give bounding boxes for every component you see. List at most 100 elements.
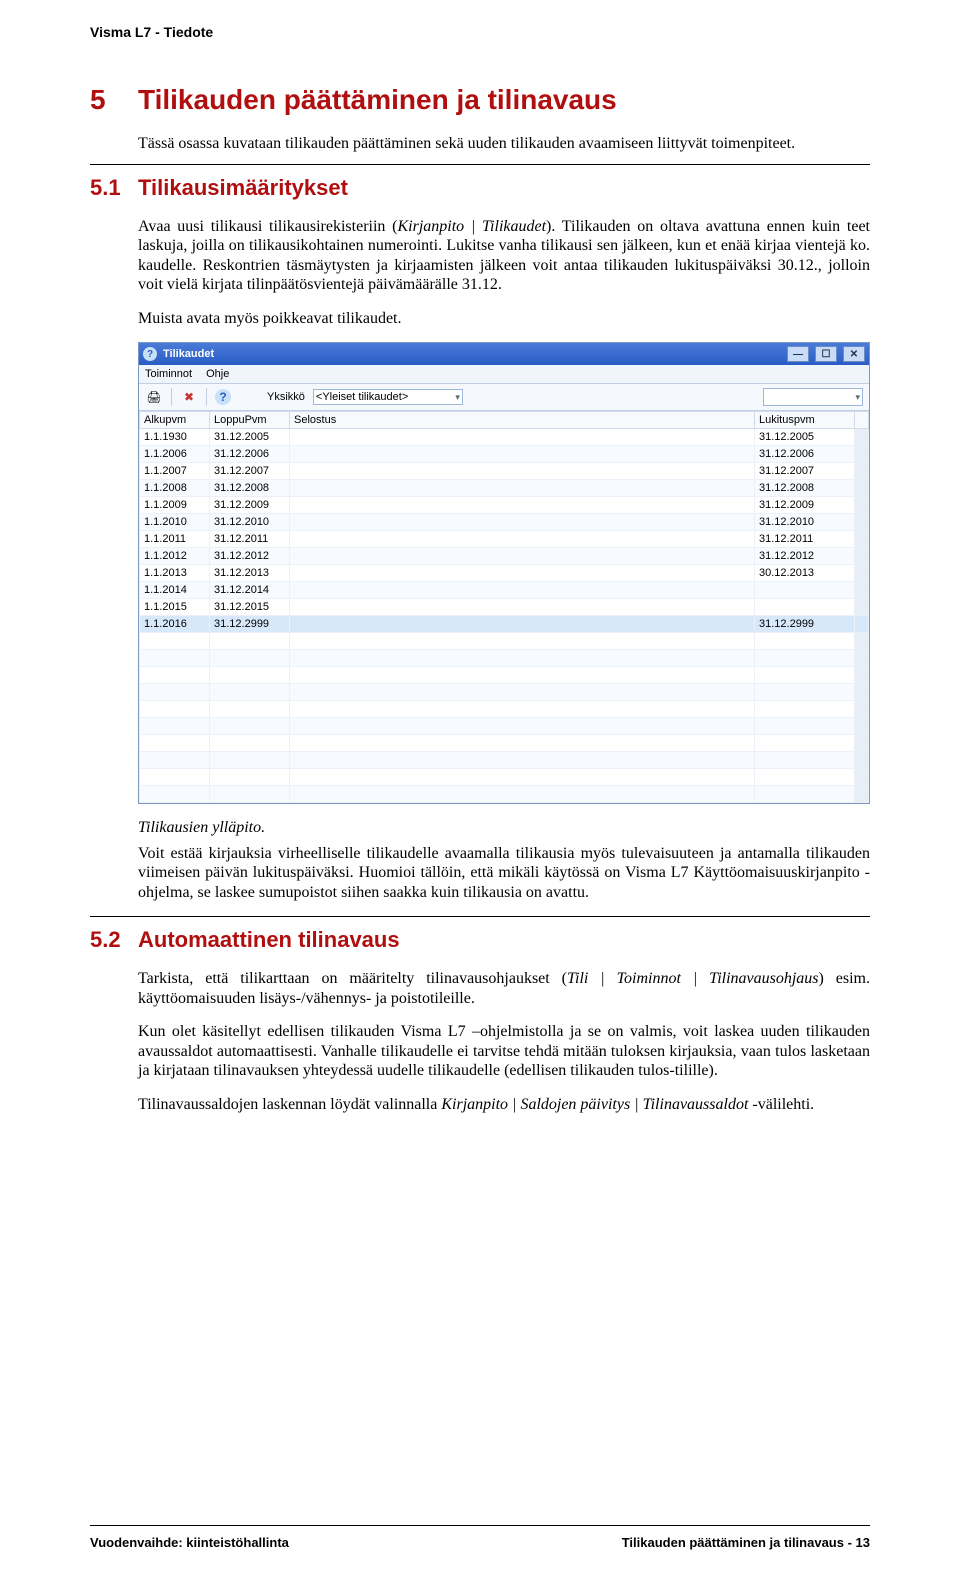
table-cell[interactable]: 31.12.2015 <box>210 599 290 616</box>
maximize-icon[interactable]: ☐ <box>815 346 837 362</box>
table-cell[interactable]: 31.12.2011 <box>210 531 290 548</box>
scrollbar-track[interactable] <box>855 599 869 616</box>
table-cell[interactable]: 1.1.2008 <box>140 480 210 497</box>
table-cell[interactable] <box>290 650 755 667</box>
scrollbar-track[interactable] <box>855 514 869 531</box>
table-cell[interactable]: 31.12.2012 <box>210 548 290 565</box>
table-cell[interactable]: 1.1.2014 <box>140 582 210 599</box>
table-cell[interactable] <box>290 463 755 480</box>
table-cell[interactable] <box>755 599 855 616</box>
table-cell[interactable] <box>290 718 755 735</box>
table-cell[interactable]: 31.12.2008 <box>755 480 855 497</box>
scrollbar-track[interactable] <box>855 752 869 769</box>
help-icon[interactable]: ? <box>215 389 231 405</box>
table-cell[interactable] <box>140 667 210 684</box>
table-cell[interactable] <box>210 769 290 786</box>
table-cell[interactable] <box>290 769 755 786</box>
table-cell[interactable] <box>290 480 755 497</box>
table-cell[interactable] <box>210 701 290 718</box>
table-cell[interactable] <box>140 684 210 701</box>
scrollbar-track[interactable] <box>855 565 869 582</box>
table-cell[interactable]: 1.1.2011 <box>140 531 210 548</box>
menu-toiminnot[interactable]: Toiminnot <box>145 368 192 380</box>
table-cell[interactable]: 31.12.2005 <box>755 429 855 446</box>
table-cell[interactable] <box>210 718 290 735</box>
table-row[interactable] <box>140 718 869 735</box>
minimize-icon[interactable]: — <box>787 346 809 362</box>
scrollbar-track[interactable] <box>855 786 869 803</box>
table-cell[interactable]: 31.12.2999 <box>755 616 855 633</box>
table-cell[interactable] <box>755 718 855 735</box>
scrollbar-track[interactable] <box>855 497 869 514</box>
table-cell[interactable] <box>290 684 755 701</box>
table-row[interactable] <box>140 684 869 701</box>
table-cell[interactable] <box>290 633 755 650</box>
table-cell[interactable] <box>290 429 755 446</box>
col-alkupvm[interactable]: Alkupvm <box>140 412 210 429</box>
col-loppupvm[interactable]: LoppuPvm <box>210 412 290 429</box>
table-row[interactable]: 1.1.201431.12.2014 <box>140 582 869 599</box>
table-row[interactable]: 1.1.201631.12.299931.12.2999 <box>140 616 869 633</box>
table-cell[interactable]: 1.1.2006 <box>140 446 210 463</box>
table-row[interactable] <box>140 701 869 718</box>
secondary-select[interactable]: ▾ <box>763 388 863 406</box>
table-cell[interactable] <box>140 633 210 650</box>
table-cell[interactable] <box>210 735 290 752</box>
table-cell[interactable] <box>140 752 210 769</box>
table-row[interactable]: 1.1.200631.12.200631.12.2006 <box>140 446 869 463</box>
scrollbar-track[interactable] <box>855 531 869 548</box>
table-cell[interactable] <box>290 565 755 582</box>
print-icon[interactable]: 🖨 <box>145 388 163 406</box>
scrollbar-track[interactable] <box>855 718 869 735</box>
table-row[interactable]: 1.1.201231.12.201231.12.2012 <box>140 548 869 565</box>
scrollbar-track[interactable] <box>855 463 869 480</box>
table-cell[interactable]: 31.12.2011 <box>755 531 855 548</box>
table-cell[interactable]: 1.1.2015 <box>140 599 210 616</box>
table-cell[interactable] <box>290 667 755 684</box>
table-row[interactable] <box>140 633 869 650</box>
scrollbar-track[interactable] <box>855 446 869 463</box>
table-cell[interactable] <box>755 769 855 786</box>
table-cell[interactable] <box>140 769 210 786</box>
scrollbar-track[interactable] <box>855 769 869 786</box>
table-cell[interactable] <box>290 446 755 463</box>
scrollbar-track[interactable] <box>855 548 869 565</box>
scrollbar-track[interactable] <box>855 582 869 599</box>
table-cell[interactable]: 31.12.2008 <box>210 480 290 497</box>
table-row[interactable]: 1.1.201031.12.201031.12.2010 <box>140 514 869 531</box>
scrollbar-track[interactable] <box>855 650 869 667</box>
table-cell[interactable]: 1.1.2012 <box>140 548 210 565</box>
table-row[interactable] <box>140 650 869 667</box>
table-cell[interactable]: 1.1.2007 <box>140 463 210 480</box>
table-cell[interactable] <box>755 582 855 599</box>
table-cell[interactable] <box>290 582 755 599</box>
col-selostus[interactable]: Selostus <box>290 412 755 429</box>
table-row[interactable] <box>140 667 869 684</box>
table-cell[interactable]: 1.1.2009 <box>140 497 210 514</box>
table-cell[interactable]: 31.12.2007 <box>755 463 855 480</box>
table-cell[interactable]: 31.12.2010 <box>755 514 855 531</box>
table-cell[interactable]: 31.12.2009 <box>755 497 855 514</box>
table-row[interactable]: 1.1.193031.12.200531.12.2005 <box>140 429 869 446</box>
table-cell[interactable] <box>140 701 210 718</box>
scrollbar-track[interactable] <box>855 616 869 633</box>
table-row[interactable] <box>140 752 869 769</box>
scrollbar-track[interactable] <box>855 684 869 701</box>
table-cell[interactable] <box>755 684 855 701</box>
table-cell[interactable]: 31.12.2013 <box>210 565 290 582</box>
scrollbar-track[interactable] <box>855 412 869 429</box>
col-lukituspvm[interactable]: Lukituspvm <box>755 412 855 429</box>
table-cell[interactable] <box>140 735 210 752</box>
table-row[interactable]: 1.1.200731.12.200731.12.2007 <box>140 463 869 480</box>
scrollbar-track[interactable] <box>855 701 869 718</box>
table-cell[interactable] <box>755 735 855 752</box>
table-cell[interactable] <box>210 633 290 650</box>
table-cell[interactable]: 1.1.2016 <box>140 616 210 633</box>
table-cell[interactable] <box>290 548 755 565</box>
unit-select[interactable]: <Yleiset tilikaudet> ▾ <box>313 389 463 405</box>
delete-icon[interactable]: ✖ <box>180 388 198 406</box>
table-cell[interactable]: 31.12.2007 <box>210 463 290 480</box>
table-cell[interactable]: 30.12.2013 <box>755 565 855 582</box>
table-cell[interactable] <box>755 633 855 650</box>
table-cell[interactable] <box>210 667 290 684</box>
